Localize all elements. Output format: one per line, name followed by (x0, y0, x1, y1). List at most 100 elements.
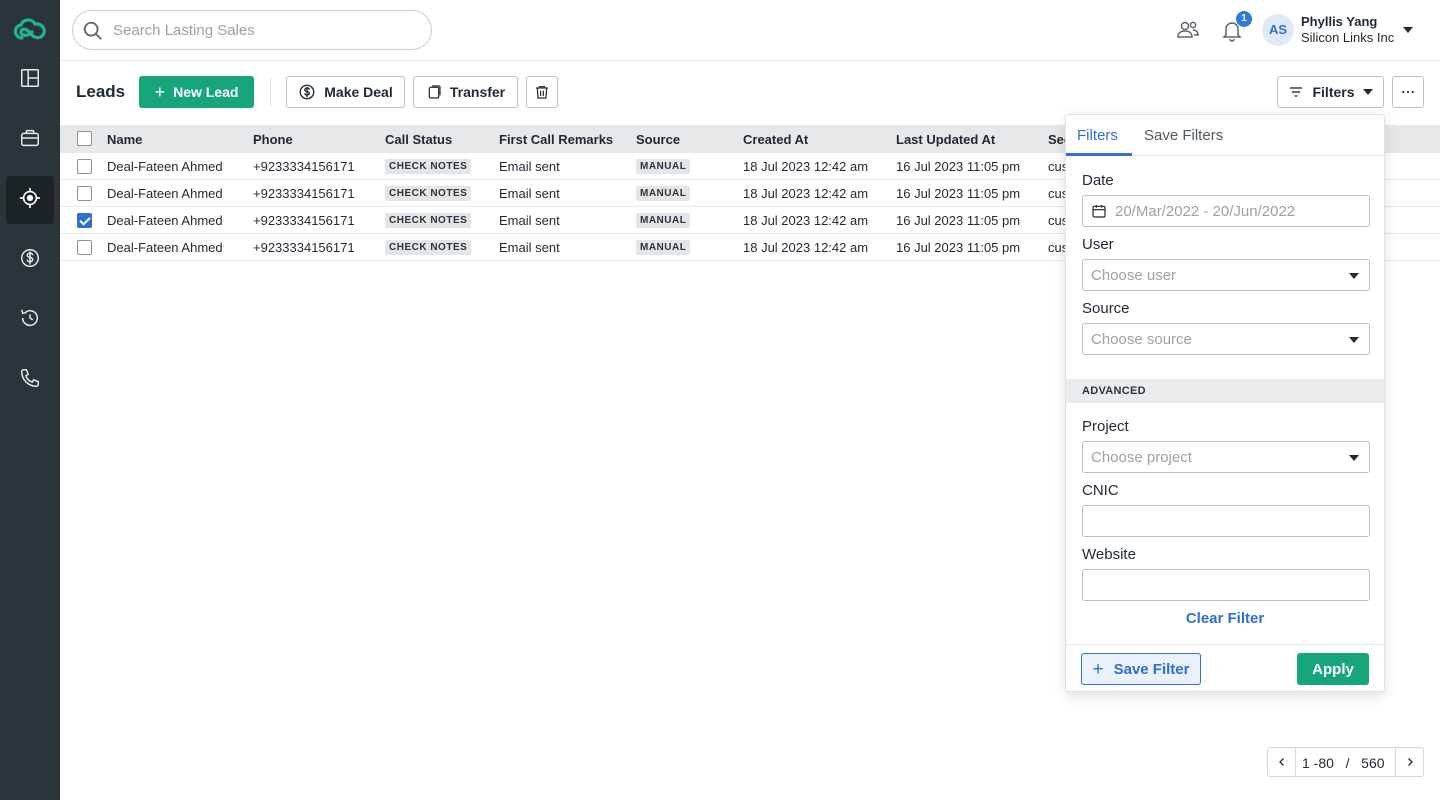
top-bar: 1 AS Phyllis Yang Silicon Links Inc (60, 0, 1440, 61)
briefcase-icon (19, 127, 41, 154)
previous-page-button[interactable] (1268, 748, 1296, 776)
project-label: Project (1082, 418, 1129, 435)
lead-name[interactable]: Deal-Fateen Ahmed (107, 180, 223, 206)
plus-icon: + (1092, 658, 1104, 680)
page-title: Leads (76, 82, 126, 101)
chevron-down-icon[interactable] (1403, 27, 1413, 33)
source: MANUAL (636, 180, 691, 206)
new-lead-button[interactable]: + New Lead (139, 76, 254, 108)
call-status-tag: CHECK NOTES (385, 185, 472, 201)
transfer-label: Transfer (449, 84, 506, 100)
tab-filters[interactable]: Filters (1077, 127, 1118, 144)
cnic-input[interactable] (1091, 506, 1369, 536)
source-tag: MANUAL (636, 239, 691, 255)
sidebar-item-calls[interactable] (6, 356, 54, 404)
lead-name[interactable]: Deal-Fateen Ahmed (107, 207, 223, 233)
call-status: CHECK NOTES (385, 180, 472, 206)
column-header[interactable]: Source (636, 125, 680, 153)
page-range-value: 1 -80 (1302, 755, 1334, 771)
sidebar-item-inventory[interactable] (6, 116, 54, 164)
team-icon[interactable] (1176, 18, 1200, 47)
source: MANUAL (636, 234, 691, 260)
page-total: 560 (1361, 755, 1385, 771)
column-header[interactable]: Last Updated At (896, 125, 995, 153)
lead-name[interactable]: Deal-Fateen Ahmed (107, 153, 223, 179)
dollar-icon (19, 247, 41, 274)
created-at: 18 Jul 2023 12:42 am (743, 212, 869, 228)
filters-label: Filters (1312, 84, 1355, 100)
call-status: CHECK NOTES (385, 153, 472, 179)
select-all-checkbox[interactable] (77, 131, 92, 146)
last-updated-at: 16 Jul 2023 11:05 pm (896, 185, 1021, 201)
source-select-placeholder: Choose source (1091, 330, 1192, 348)
last-updated-at: 16 Jul 2023 11:05 pm (896, 212, 1021, 228)
website-field[interactable] (1082, 569, 1370, 601)
chevron-down-icon (1349, 455, 1359, 461)
more-options-button[interactable] (1392, 76, 1424, 108)
column-header[interactable]: Phone (253, 125, 293, 153)
target-icon (19, 187, 41, 214)
filter-icon (1290, 87, 1303, 97)
search-icon (83, 21, 102, 40)
next-page-button[interactable] (1395, 748, 1423, 776)
date-range-field[interactable]: 20/Mar/2022 - 20/Jun/2022 (1082, 195, 1370, 227)
cloud-link-logo[interactable] (10, 14, 50, 46)
created-at: 18 Jul 2023 12:42 am (743, 239, 869, 255)
created-at: 18 Jul 2023 12:42 am (743, 185, 869, 201)
user-name[interactable]: Phyllis Yang (1301, 14, 1377, 29)
sidebar-item-deals[interactable] (6, 236, 54, 284)
row-checkbox[interactable] (77, 186, 92, 201)
column-header[interactable]: Call Status (385, 125, 452, 153)
avatar[interactable]: AS (1262, 14, 1294, 46)
user-select[interactable]: Choose user (1082, 259, 1370, 291)
source: MANUAL (636, 207, 691, 233)
call-status-tag: CHECK NOTES (385, 158, 472, 174)
transfer-button[interactable]: Transfer (413, 76, 518, 108)
clear-filter-link[interactable]: Clear Filter (1066, 610, 1384, 627)
cnic-field[interactable] (1082, 505, 1370, 537)
created-at: 18 Jul 2023 12:42 am (743, 158, 869, 174)
make-deal-button[interactable]: Make Deal (286, 76, 405, 108)
project-select[interactable]: Choose project (1082, 441, 1370, 473)
active-tab-indicator (1066, 153, 1132, 156)
divider (270, 78, 271, 106)
sidebar-item-activity[interactable] (6, 296, 54, 344)
call-status: CHECK NOTES (385, 234, 472, 260)
phone-icon (19, 367, 41, 394)
chevron-left-icon (1278, 758, 1284, 766)
page-separator: / (1345, 755, 1350, 771)
sidebar (0, 0, 60, 800)
column-header[interactable]: First Call Remarks (499, 125, 613, 153)
source-select[interactable]: Choose source (1082, 323, 1370, 355)
row-checkbox[interactable] (77, 240, 92, 255)
call-status-tag: CHECK NOTES (385, 212, 472, 228)
user-org: Silicon Links Inc (1301, 30, 1395, 45)
apply-button[interactable]: Apply (1297, 653, 1369, 685)
save-filter-button[interactable]: + Save Filter (1081, 653, 1201, 685)
search-input[interactable] (113, 19, 413, 41)
filters-button[interactable]: Filters (1277, 76, 1384, 108)
column-header[interactable]: Created At (743, 125, 808, 153)
advanced-section-header: ADVANCED (1066, 379, 1384, 403)
tab-save-filters[interactable]: Save Filters (1144, 127, 1223, 144)
website-input[interactable] (1091, 570, 1369, 600)
dollar-icon (299, 84, 315, 100)
sidebar-item-dashboard[interactable] (6, 56, 54, 104)
chevron-down-icon (1362, 89, 1373, 95)
pagination: 1 -80 / 560 (1267, 747, 1424, 777)
first-call-remarks: Email sent (499, 185, 560, 201)
delete-button[interactable] (526, 76, 558, 108)
make-deal-label: Make Deal (324, 84, 393, 100)
source-tag: MANUAL (636, 212, 691, 228)
column-header[interactable]: Name (107, 125, 142, 153)
row-checkbox[interactable] (77, 213, 92, 228)
more-horizontal-icon (1402, 90, 1414, 94)
filters-panel: Filters Save Filters Date 20/Mar/2022 - … (1065, 114, 1385, 692)
lead-name[interactable]: Deal-Fateen Ahmed (107, 234, 223, 260)
call-status: CHECK NOTES (385, 207, 472, 233)
source: MANUAL (636, 153, 691, 179)
search-box[interactable] (72, 10, 432, 50)
sidebar-item-leads[interactable] (6, 176, 54, 224)
notification-badge: 1 (1236, 11, 1252, 27)
row-checkbox[interactable] (77, 159, 92, 174)
